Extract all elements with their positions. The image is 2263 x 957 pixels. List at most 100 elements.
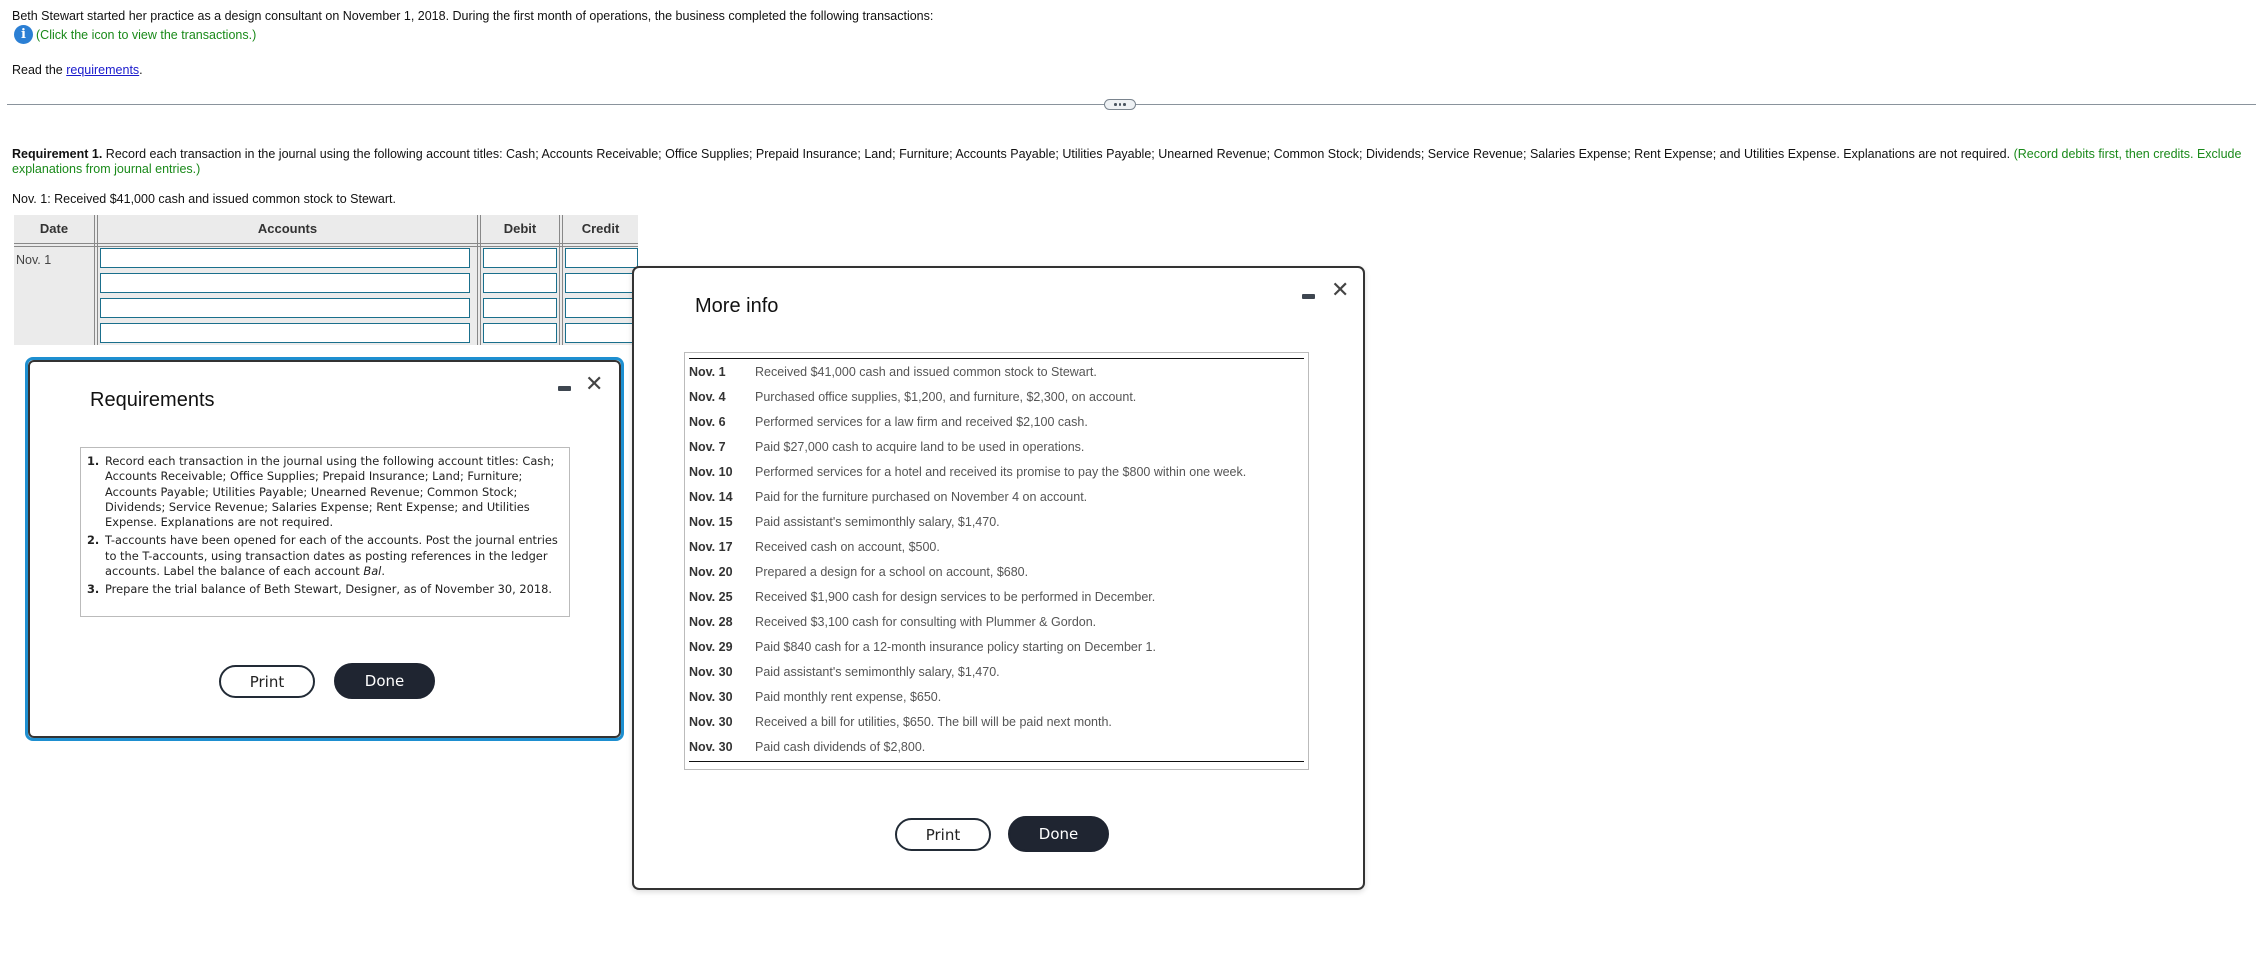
divider-handle[interactable] <box>1104 99 1136 110</box>
transaction-date: Nov. 30 <box>689 739 733 754</box>
transaction-row: Nov. 15 Paid assistant's semimonthly sala… <box>689 509 1304 534</box>
credit-input-1[interactable] <box>565 248 638 268</box>
transaction-row: Nov. 30 Paid cash dividends of $2,800. <box>689 734 1304 759</box>
column-rule <box>94 215 98 345</box>
transaction-description: Received $1,900 cash for design services… <box>755 589 1156 604</box>
transaction-description: Received a bill for utilities, $650. The… <box>755 714 1112 729</box>
requirement-1-label: Requirement 1. <box>12 147 103 161</box>
info-icon[interactable]: i <box>14 25 33 44</box>
done-button[interactable]: Done <box>1008 816 1109 852</box>
close-icon[interactable]: ✕ <box>1331 280 1349 302</box>
requirement-italic: Bal <box>363 564 382 579</box>
credit-input-2[interactable] <box>565 273 638 293</box>
credit-input-4[interactable] <box>565 323 638 343</box>
intro-text: Beth Stewart started her practice as a d… <box>12 9 934 23</box>
transaction-description: Prepared a design for a school on accoun… <box>755 564 1029 579</box>
requirements-dialog: Requirements ✕ 1. Record each transactio… <box>25 357 624 741</box>
transaction-description: Paid assistant's semimonthly salary, $1,… <box>755 514 1000 529</box>
header-date: Date <box>39 221 69 236</box>
read-suffix: . <box>139 63 143 77</box>
transaction-description: Paid $27,000 cash to acquire land to be … <box>755 439 1085 454</box>
debit-input-4[interactable] <box>483 323 557 343</box>
transaction-row: Nov. 30 Received a bill for utilities, $6… <box>689 709 1304 734</box>
transaction-row: Nov. 29 Paid $840 cash for a 12-month ins… <box>689 634 1304 659</box>
requirement-number: 2. <box>87 533 100 548</box>
requirements-link[interactable]: requirements <box>66 63 139 77</box>
info-hint: (Click the icon to view the transactions… <box>36 27 257 42</box>
transaction-row: Nov. 30 Paid monthly rent expense, $650. <box>689 684 1304 709</box>
column-rule <box>559 215 563 345</box>
requirement-text: Record each transaction in the journal u… <box>105 454 555 530</box>
credit-input-3[interactable] <box>565 298 638 318</box>
transaction-description: Paid for the furniture purchased on Nove… <box>755 489 1088 504</box>
done-button[interactable]: Done <box>334 663 435 699</box>
transaction-date: Nov. 14 <box>689 489 733 504</box>
journal-table: Date Accounts Debit Credit Nov. 1 <box>14 215 638 345</box>
transaction-row: Nov. 10 Performed services for a hotel an… <box>689 459 1304 484</box>
requirements-dialog-title: Requirements <box>90 389 215 411</box>
requirement-number: 3. <box>87 582 100 597</box>
transaction-date: Nov. 6 <box>689 414 726 429</box>
account-input-4[interactable] <box>100 323 470 343</box>
debit-input-2[interactable] <box>483 273 557 293</box>
requirements-list: 1. Record each transaction in the journa… <box>80 447 570 617</box>
more-info-dialog: More info ✕ Nov. 1 Received $41,000 cash … <box>632 266 1365 890</box>
transaction-date: Nov. 30 <box>689 664 733 679</box>
transaction-date: Nov. 17 <box>689 539 733 554</box>
transaction-date: Nov. 10 <box>689 464 733 479</box>
close-icon[interactable]: ✕ <box>585 374 603 396</box>
requirement-item: 2. T-accounts have been opened for each … <box>87 533 563 579</box>
transaction-description: Performed services for a hotel and recei… <box>755 464 1247 479</box>
transaction-date: Nov. 4 <box>689 389 726 404</box>
transaction-row: Nov. 14 Paid for the furniture purchased … <box>689 484 1304 509</box>
minimize-icon[interactable] <box>1302 294 1315 299</box>
transaction-date: Nov. 28 <box>689 614 733 629</box>
debit-input-3[interactable] <box>483 298 557 318</box>
requirement-1-instructions: Requirement 1. Record each transaction i… <box>12 147 2255 177</box>
transaction-date: Nov. 1 <box>689 364 726 379</box>
account-input-3[interactable] <box>100 298 470 318</box>
intro-section: Beth Stewart started her practice as a d… <box>12 7 933 79</box>
transaction-date: Nov. 15 <box>689 514 733 529</box>
debit-input-1[interactable] <box>483 248 557 268</box>
requirement-text: Prepare the trial balance of Beth Stewar… <box>105 582 552 597</box>
transaction-description: Paid $840 cash for a 12-month insurance … <box>755 639 1156 654</box>
transaction-description: Received $3,100 cash for consulting with… <box>755 614 1097 629</box>
requirement-item: 3. Prepare the trial balance of Beth Ste… <box>87 582 563 597</box>
transaction-date: Nov. 25 <box>689 589 733 604</box>
minimize-icon[interactable] <box>558 386 571 391</box>
transaction-row: Nov. 17 Received cash on account, $500. <box>689 534 1304 559</box>
transaction-description: Performed services for a law firm and re… <box>755 414 1088 429</box>
transaction-date: Nov. 29 <box>689 639 733 654</box>
header-credit: Credit <box>581 221 620 236</box>
transaction-description: Paid monthly rent expense, $650. <box>755 689 942 704</box>
read-requirements-line: Read the requirements. <box>12 61 933 79</box>
transaction-description: Received $41,000 cash and issued common … <box>755 364 1097 379</box>
transaction-date: Nov. 30 <box>689 714 733 729</box>
read-prefix: Read the <box>12 63 67 77</box>
transaction-row: Nov. 30 Paid assistant's semimonthly sala… <box>689 659 1304 684</box>
header-accounts: Accounts <box>257 221 318 236</box>
transaction-date: Nov. 20 <box>689 564 733 579</box>
transaction-row: Nov. 6 Performed services for a law firm … <box>689 409 1304 434</box>
requirement-suffix: . <box>381 564 385 579</box>
transaction-row: Nov. 20 Prepared a design for a school on… <box>689 559 1304 584</box>
requirement-text: T-accounts have been opened for each of … <box>105 533 563 579</box>
table-bottom-rule <box>689 761 1304 762</box>
transaction-description: Received cash on account, $500. <box>755 539 940 554</box>
requirement-number: 1. <box>87 454 100 468</box>
journal-date: Nov. 1 <box>16 253 52 267</box>
transactions-table: Nov. 1 Received $41,000 cash and issued c… <box>684 352 1309 770</box>
more-info-title: More info <box>695 295 779 317</box>
transaction-row: Nov. 28 Received $3,100 cash for consulti… <box>689 609 1304 634</box>
transaction-prompt: Nov. 1: Received $41,000 cash and issued… <box>12 192 396 206</box>
transaction-row: Nov. 4 Purchased office supplies, $1,200,… <box>689 384 1304 409</box>
requirement-text-body: T-accounts have been opened for each of … <box>105 533 558 579</box>
print-button[interactable]: Print <box>219 665 315 698</box>
transaction-description: Paid assistant's semimonthly salary, $1,… <box>755 664 1000 679</box>
info-line: i (Click the icon to view the transactio… <box>14 25 933 44</box>
print-button[interactable]: Print <box>895 818 991 851</box>
account-input-2[interactable] <box>100 273 470 293</box>
transaction-date: Nov. 7 <box>689 439 726 454</box>
account-input-1[interactable] <box>100 248 470 268</box>
